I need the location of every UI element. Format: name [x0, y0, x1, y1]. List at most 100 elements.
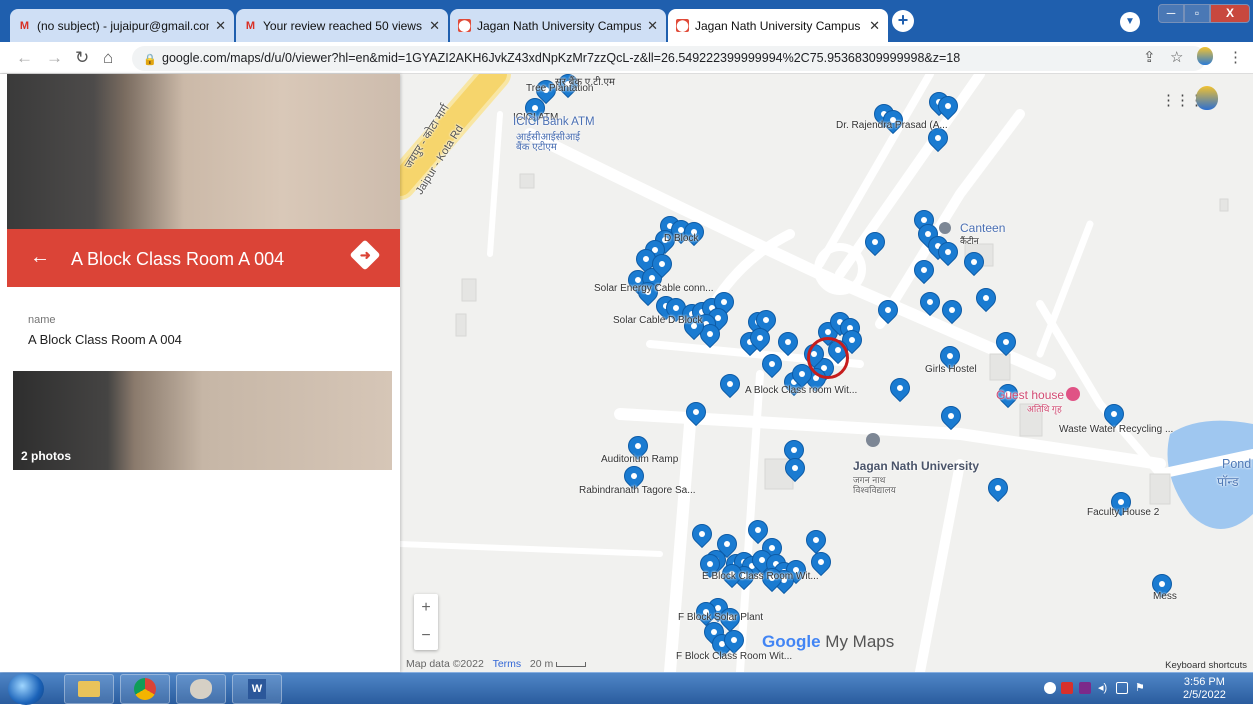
network-icon[interactable]: [1116, 682, 1128, 694]
feature-photo[interactable]: [7, 74, 400, 229]
word-icon[interactable]: W: [232, 674, 282, 704]
placemark-pin[interactable]: [686, 402, 706, 428]
menu-icon[interactable]: ⋮: [1228, 48, 1243, 66]
tab-gmail-review[interactable]: M Your review reached 50 views D ✕: [236, 9, 448, 42]
keyboard-shortcuts-link[interactable]: Keyboard shortcuts: [1165, 660, 1247, 671]
tray-app-icon[interactable]: [1044, 682, 1056, 694]
placemark-pin[interactable]: [988, 478, 1008, 504]
close-icon[interactable]: ✕: [429, 18, 440, 34]
map-label: विश्वविद्यालय: [853, 483, 896, 496]
map-label: बैंक एटीएम: [516, 139, 557, 153]
chrome-icon[interactable]: [120, 674, 170, 704]
lock-icon[interactable]: 🔒: [143, 53, 157, 66]
photo-gallery[interactable]: 2 photos: [13, 371, 392, 470]
placemark-pin[interactable]: [942, 300, 962, 326]
tray-antivirus-icon[interactable]: [1061, 682, 1073, 694]
placemark-pin[interactable]: [928, 128, 948, 154]
tab-maps-active[interactable]: ⬤ Jagan Nath University Campus - ✕: [668, 9, 888, 42]
placemark-pin[interactable]: [890, 378, 910, 404]
action-center-flag-icon[interactable]: ⚑: [1135, 682, 1147, 694]
profile-avatar[interactable]: [1197, 47, 1213, 65]
pin-icon: [682, 398, 710, 426]
map-label: A Block Class room Wit...: [745, 385, 857, 396]
share-icon[interactable]: ⇪: [1143, 48, 1156, 66]
placemark-pin[interactable]: [652, 254, 672, 280]
placemark-pin[interactable]: [878, 300, 898, 326]
map-label: E Block Class Room Wit...: [702, 571, 819, 582]
new-tab-button[interactable]: +: [892, 10, 914, 32]
scale-label: 20 m: [530, 658, 553, 670]
pin-icon: [972, 284, 1000, 312]
pin-icon: [648, 250, 676, 278]
placemark-pin[interactable]: [750, 328, 770, 354]
browser-tab-strip: M (no subject) - jujaipur@gmail.com ✕ M …: [0, 0, 1253, 42]
terms-link[interactable]: Terms: [493, 658, 522, 670]
paint-icon[interactable]: [176, 674, 226, 704]
placemark-pin[interactable]: [941, 406, 961, 432]
placemark-pin[interactable]: [865, 232, 885, 258]
placemark-pin[interactable]: [996, 332, 1016, 358]
placemark-pin[interactable]: [964, 252, 984, 278]
reload-icon[interactable]: ↻: [75, 48, 89, 68]
start-button[interactable]: [8, 673, 44, 705]
map-label: Pond: [1222, 457, 1251, 471]
map-label: कैंटीन: [960, 234, 979, 247]
system-clock[interactable]: 3:56 PM 2/5/2022: [1183, 676, 1226, 702]
placemark-pin[interactable]: [785, 458, 805, 484]
address-toolbar: ← → ↻ ⌂ google.com/maps/d/u/0/viewer?hl=…: [0, 42, 1253, 74]
pin-icon: [781, 454, 809, 482]
back-icon[interactable]: ←: [16, 48, 33, 68]
placemark-pin[interactable]: [976, 288, 996, 314]
file-explorer-icon[interactable]: [64, 674, 114, 704]
placemark-pin[interactable]: [720, 374, 740, 400]
zoom-out-button[interactable]: −: [414, 622, 438, 650]
placemark-pin[interactable]: [692, 524, 712, 550]
google-my-maps-logo: Google My Maps: [762, 632, 894, 652]
pin-icon: [992, 328, 1020, 356]
photo-count: 2 photos: [21, 449, 71, 463]
window-close-button[interactable]: X: [1210, 4, 1250, 23]
volume-icon[interactable]: ◂): [1098, 682, 1110, 694]
forward-icon[interactable]: →: [46, 48, 63, 68]
map-label: Girls Hostel: [925, 364, 977, 375]
map-label: Solar Cable D Block: [613, 315, 702, 326]
placemark-pin[interactable]: [914, 260, 934, 286]
placemark-pin[interactable]: [762, 354, 782, 380]
zoom-in-button[interactable]: +: [414, 594, 438, 622]
map-canvas[interactable]: Tree Plantation सर बैंक ए.टी.एम ICICI AT…: [400, 74, 1253, 672]
back-arrow-icon[interactable]: ←: [30, 245, 50, 269]
map-label: Mess: [1153, 591, 1177, 602]
gmail-icon: M: [244, 19, 257, 32]
home-icon[interactable]: ⌂: [103, 48, 113, 68]
pin-icon: [960, 248, 988, 276]
pin-icon: [886, 374, 914, 402]
placemark-pin[interactable]: [938, 242, 958, 268]
pin-icon: [934, 92, 962, 120]
maximize-button[interactable]: ▫: [1184, 4, 1210, 23]
tab-gmail-no-subject[interactable]: M (no subject) - jujaipur@gmail.com ✕: [10, 9, 234, 42]
tab-maps-1[interactable]: ⬤ Jagan Nath University Campus - ✕: [450, 9, 666, 42]
close-icon[interactable]: ✕: [869, 18, 880, 34]
placemark-pin[interactable]: [938, 96, 958, 122]
url-bar[interactable]: google.com/maps/d/u/0/viewer?hl=en&mid=1…: [132, 46, 1206, 71]
tab-title: Jagan Nath University Campus -: [695, 19, 863, 33]
map-label: अतिथि गृह: [1027, 402, 1062, 415]
attribution-text: Map data ©2022: [406, 658, 484, 670]
bookmark-star-icon[interactable]: ☆: [1170, 48, 1183, 66]
pin-icon: [937, 402, 965, 430]
map-label: Auditorium Ramp: [601, 454, 678, 465]
map-label: Solar Energy Cable conn...: [594, 283, 714, 294]
tray-app-icon-2[interactable]: [1079, 682, 1091, 694]
tab-search-button[interactable]: ▼: [1120, 12, 1140, 32]
close-icon[interactable]: ✕: [647, 18, 658, 34]
close-icon[interactable]: ✕: [215, 18, 226, 34]
feature-title: A Block Class Room A 004: [71, 247, 284, 271]
taskbar: W ◂) ⚑ 3:56 PM 2/5/2022: [0, 672, 1253, 704]
map-label: F Block Solar Plant: [678, 612, 763, 623]
minimize-button[interactable]: ─: [1158, 4, 1184, 23]
tab-title: (no subject) - jujaipur@gmail.com: [37, 19, 209, 33]
feature-header: ← A Block Class Room A 004 ➜: [7, 229, 400, 287]
map-label: Dr. Rajendra Prasad (A...: [836, 120, 948, 131]
placemark-pin[interactable]: [920, 292, 940, 318]
directions-icon[interactable]: ➜: [349, 239, 380, 270]
